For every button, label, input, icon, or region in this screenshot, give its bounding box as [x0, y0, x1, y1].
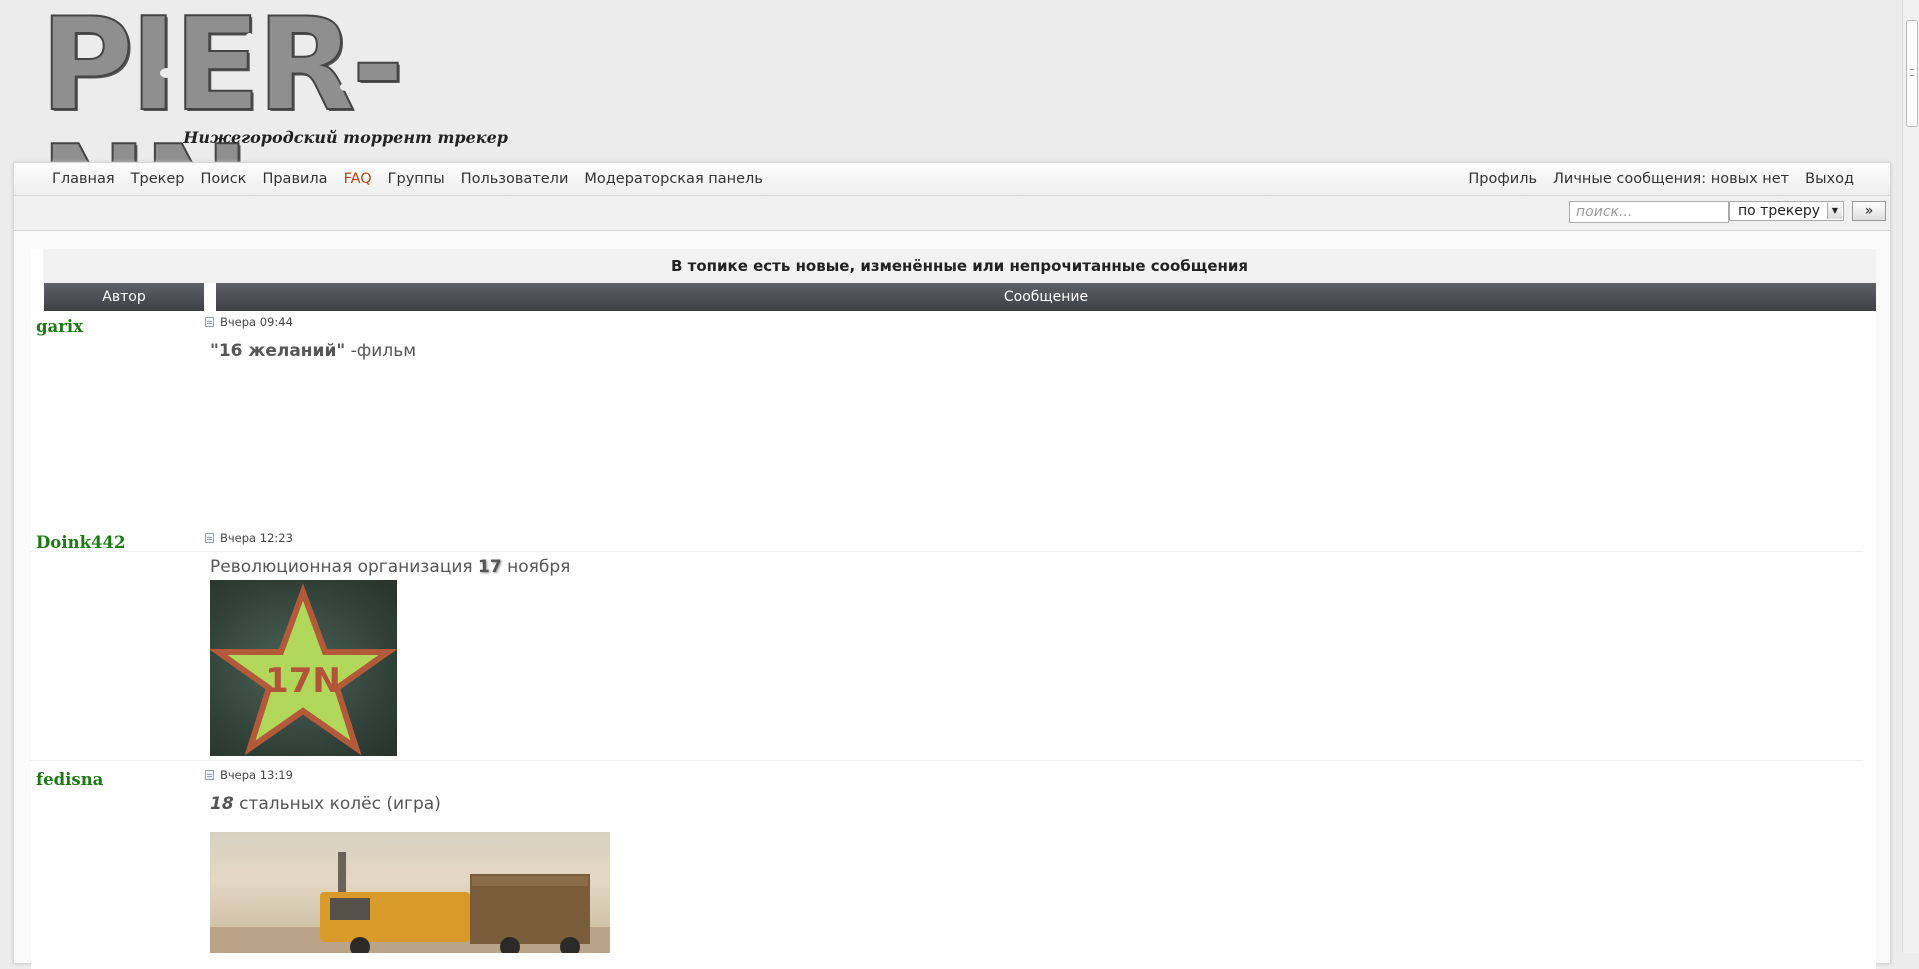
search-input[interactable]: [1569, 201, 1729, 223]
post-text-bold: 17: [478, 557, 502, 577]
post-text: Революционная организация 17 ноября: [210, 557, 570, 577]
post-link-icon[interactable]: [205, 770, 214, 780]
post-image-17n[interactable]: 17N: [210, 580, 397, 756]
post-text-post: ноября: [501, 557, 571, 577]
logo-tagline: Нижегородский торрент трекер: [183, 128, 508, 147]
scrollbar-thumb[interactable]: [1906, 20, 1918, 127]
post-time: Вчера 13:19: [220, 768, 293, 782]
grip-icon: [1910, 69, 1914, 76]
post-text: "16 желаний" -фильм: [210, 341, 416, 361]
nav-moderator-panel[interactable]: Модераторская панель: [584, 171, 762, 187]
post-meta: Вчера 13:19: [205, 768, 293, 782]
post-text: 18 стальных колёс (игра): [210, 794, 441, 814]
chevron-down-icon: ▼: [1827, 203, 1842, 219]
column-header-message: Сообщение: [216, 283, 1876, 311]
post-image-truck[interactable]: [210, 832, 610, 953]
search-scope-select[interactable]: по трекеру ▼: [1729, 201, 1844, 221]
post-text-rest: -фильм: [345, 341, 417, 361]
nav-left: Главная Трекер Поиск Правила FAQ Группы …: [52, 163, 779, 195]
post-author[interactable]: fedisna: [36, 770, 103, 789]
nav-users[interactable]: Пользователи: [461, 171, 569, 187]
post-text-pre: Революционная организация: [210, 557, 479, 577]
post-time: Вчера 09:44: [220, 315, 293, 329]
nav-profile[interactable]: Профиль: [1468, 171, 1537, 187]
post-meta: Вчера 12:23: [205, 531, 293, 545]
nav-groups[interactable]: Группы: [388, 171, 445, 187]
post-separator: [30, 551, 1863, 552]
post-author[interactable]: Doink442: [36, 533, 125, 552]
star-icon: 17N: [210, 583, 397, 756]
nav-faq[interactable]: FAQ: [344, 171, 372, 187]
nav-tracker[interactable]: Трекер: [131, 171, 185, 187]
search-go-button[interactable]: »: [1852, 201, 1886, 221]
top-nav: Главная Трекер Поиск Правила FAQ Группы …: [14, 163, 1890, 196]
post-separator: [30, 760, 1863, 761]
post-link-icon[interactable]: [205, 533, 214, 543]
nav-right: Профиль Личные сообщения: новых нет Выхо…: [1452, 163, 1854, 195]
search-scope-value: по трекеру: [1738, 203, 1821, 219]
post-time: Вчера 12:23: [220, 531, 293, 545]
page-scrollbar[interactable]: [1902, 0, 1919, 953]
post-author[interactable]: garix: [36, 317, 83, 336]
image-label: 17N: [265, 661, 341, 701]
column-header-author: Автор: [44, 283, 204, 311]
post-meta: Вчера 09:44: [205, 315, 293, 329]
nav-rules[interactable]: Правила: [262, 171, 327, 187]
post-link-icon[interactable]: [205, 317, 214, 327]
nav-home[interactable]: Главная: [52, 171, 115, 187]
nav-logout[interactable]: Выход: [1805, 171, 1854, 187]
site-logo[interactable]: PIER-NN Нижегородский торрент трекер: [39, 1, 510, 259]
search-bar: по трекеру ▼ »: [14, 196, 1890, 231]
nav-search[interactable]: Поиск: [201, 171, 247, 187]
truck-icon: [210, 852, 610, 953]
post-text-bold: "16 желаний": [210, 341, 346, 361]
topic-title: В топике есть новые, изменённые или непр…: [43, 249, 1876, 283]
post-text-rest: стальных колёс (игра): [233, 794, 441, 814]
nav-private-messages[interactable]: Личные сообщения: новых нет: [1553, 171, 1789, 187]
post-text-bold: 18: [210, 794, 234, 814]
